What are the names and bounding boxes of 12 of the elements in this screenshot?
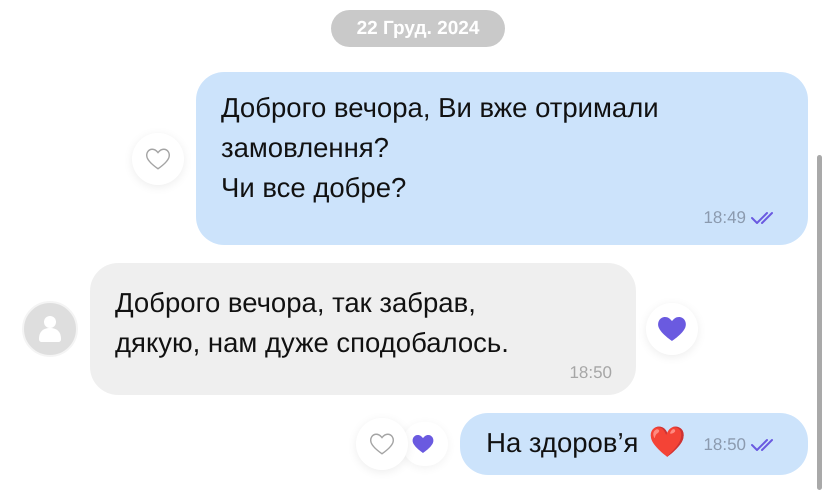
message-text: На здоров’я [486,426,638,460]
message-time: 18:50 [569,363,612,383]
scrollbar[interactable] [817,155,822,490]
message-time: 18:49 [703,208,746,228]
heart-outline-icon [144,146,172,172]
heart-outline-icon [368,431,396,457]
message-time: 18:50 [703,435,746,455]
avatar-icon [22,301,78,357]
heart-icon [410,432,436,456]
message-text: Доброго вечора, так забрав, дякую, нам дуже сподобалось. [115,286,510,360]
message-text: Доброго вечора, Ви вже отримали замовлення? Чи все добре? [221,91,660,205]
emoji: ❤ [648,425,686,461]
